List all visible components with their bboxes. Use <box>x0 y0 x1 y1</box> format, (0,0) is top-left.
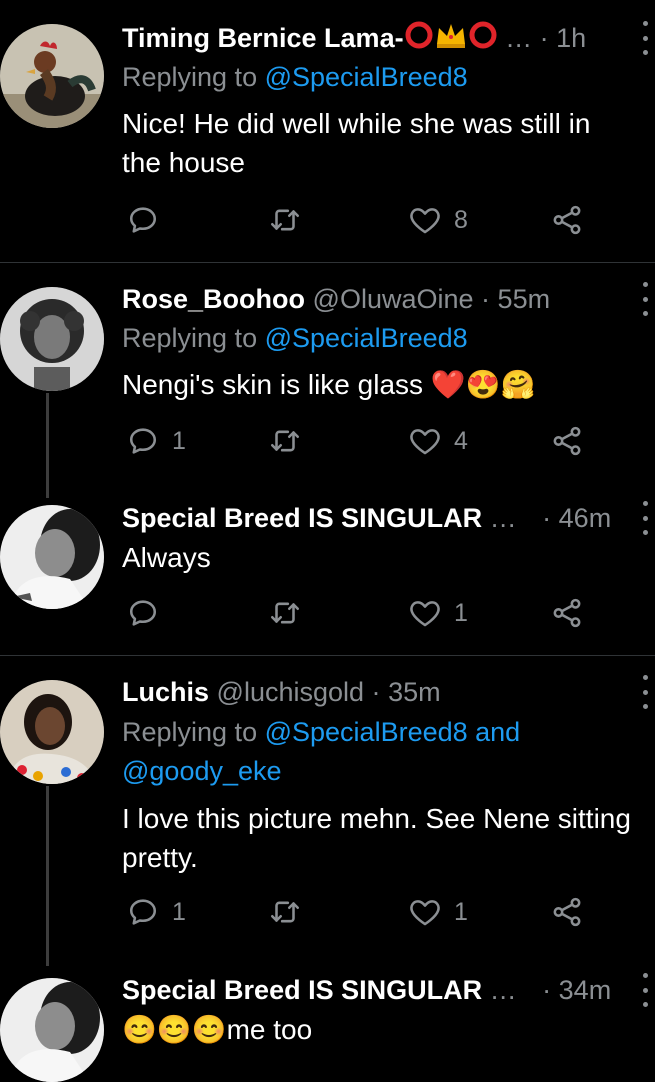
tweet-text: 😊😊😊me too <box>122 1014 313 1045</box>
action-bar: 1 1 <box>122 892 642 932</box>
tweet-1[interactable]: Timing Bernice Lama- … · 1h Replying to … <box>0 0 655 262</box>
reply-count: 1 <box>172 897 186 926</box>
more-icon[interactable] <box>639 973 651 1007</box>
retweet-icon <box>268 895 302 929</box>
action-bar: 1 <box>122 593 642 633</box>
like-count: 4 <box>454 426 468 455</box>
author-name[interactable]: Luchis <box>122 677 209 707</box>
tweet-text: Nice! He did well while she was still in… <box>122 108 591 178</box>
reply-button[interactable]: 1 <box>126 421 186 461</box>
timestamp[interactable]: 34m <box>559 975 612 1005</box>
share-icon <box>550 203 584 237</box>
tweet-header: Special Breed IS SINGULAR … · 34m <box>122 972 615 1008</box>
separator-dot: · <box>542 503 552 533</box>
retweet-icon <box>268 203 302 237</box>
tweet-3[interactable]: Special Breed IS SINGULAR … · 46m Always… <box>0 483 655 655</box>
like-button[interactable]: 8 <box>408 200 468 240</box>
replying-to: Replying to @SpecialBreed8 and @goody_ek… <box>122 713 562 791</box>
author-name[interactable]: Timing Bernice Lama- <box>122 23 404 53</box>
reply-icon <box>126 203 160 237</box>
red-circle-icon <box>468 20 498 56</box>
tweet-text: Always <box>122 542 211 573</box>
avatar-luchis[interactable] <box>0 680 104 784</box>
reply-icon <box>126 895 160 929</box>
share-button[interactable] <box>550 200 584 240</box>
replying-to-label: Replying to <box>122 323 258 353</box>
like-count: 8 <box>454 205 468 234</box>
tweet-header: Special Breed IS SINGULAR … · 46m <box>122 500 615 536</box>
replying-to-label: Replying to <box>122 717 258 747</box>
mention-link[interactable]: @SpecialBreed8 <box>265 62 468 92</box>
avatar-special-breed[interactable] <box>0 505 104 609</box>
retweet-icon <box>268 596 302 630</box>
tweet-text: I love this picture mehn. See Nene sitti… <box>122 803 631 873</box>
reply-count: 1 <box>172 426 186 455</box>
reply-icon <box>126 596 160 630</box>
reply-button[interactable] <box>126 200 172 240</box>
thread-line <box>46 786 49 966</box>
author-name[interactable]: Special Breed IS SINGULAR <box>122 503 482 533</box>
retweet-icon <box>268 424 302 458</box>
share-icon <box>550 895 584 929</box>
tweet-4[interactable]: Luchis @luchisgold · 35m Replying to @Sp… <box>0 656 655 966</box>
timestamp[interactable]: 46m <box>559 503 612 533</box>
red-circle-icon <box>404 20 434 56</box>
share-button[interactable] <box>550 892 584 932</box>
separator-dot: · <box>542 975 552 1005</box>
share-icon <box>550 424 584 458</box>
author-handle[interactable]: @OluwaOine <box>313 284 474 314</box>
action-bar: 1 4 <box>122 421 642 461</box>
like-button[interactable]: 1 <box>408 892 468 932</box>
author-handle: … <box>505 23 533 53</box>
more-icon[interactable] <box>639 501 651 535</box>
share-icon <box>550 596 584 630</box>
mention-link[interactable]: @SpecialBreed8 <box>265 323 468 353</box>
more-icon[interactable] <box>639 282 651 316</box>
avatar-rose[interactable] <box>0 287 104 391</box>
tweet-header: Rose_Boohoo @OluwaOine · 55m <box>122 281 615 317</box>
author-handle: … <box>489 975 517 1005</box>
avatar-special-breed[interactable] <box>0 978 104 1082</box>
author-name[interactable]: Special Breed IS SINGULAR <box>122 975 482 1005</box>
replying-to: Replying to @SpecialBreed8 <box>122 319 645 358</box>
separator-dot: · <box>371 677 381 707</box>
like-button[interactable]: 1 <box>408 593 468 633</box>
avatar-rooster[interactable] <box>0 24 104 128</box>
share-button[interactable] <box>550 593 584 633</box>
retweet-button[interactable] <box>268 593 314 633</box>
heart-icon <box>408 895 442 929</box>
like-button[interactable]: 4 <box>408 421 468 461</box>
retweet-button[interactable] <box>268 892 314 932</box>
tweet-header: Timing Bernice Lama- … · 1h <box>122 20 615 56</box>
timestamp[interactable]: 55m <box>498 284 551 314</box>
tweet-text: Nengi's skin is like glass ❤️😍🤗 <box>122 369 536 400</box>
timestamp[interactable]: 35m <box>388 677 441 707</box>
tweet-5[interactable]: Special Breed IS SINGULAR … · 34m 😊😊😊me … <box>0 956 655 1082</box>
separator-dot: · <box>481 284 491 314</box>
heart-icon <box>408 596 442 630</box>
reply-icon <box>126 424 160 458</box>
author-handle[interactable]: @luchisgold <box>217 677 365 707</box>
more-icon[interactable] <box>639 675 651 709</box>
more-icon[interactable] <box>639 21 651 55</box>
replying-to-label: Replying to <box>122 62 258 92</box>
share-button[interactable] <box>550 421 584 461</box>
like-count: 1 <box>454 598 468 627</box>
crown-icon <box>434 20 468 56</box>
separator-dot: · <box>539 23 549 53</box>
tweet-header: Luchis @luchisgold · 35m <box>122 674 615 710</box>
like-count: 1 <box>454 897 468 926</box>
tweet-2[interactable]: Rose_Boohoo @OluwaOine · 55m Replying to… <box>0 263 655 498</box>
retweet-button[interactable] <box>268 421 314 461</box>
retweet-button[interactable] <box>268 200 314 240</box>
reply-button[interactable] <box>126 593 172 633</box>
author-handle: … <box>489 503 517 533</box>
heart-icon <box>408 203 442 237</box>
heart-icon <box>408 424 442 458</box>
author-name[interactable]: Rose_Boohoo <box>122 284 305 314</box>
timestamp[interactable]: 1h <box>556 23 586 53</box>
action-bar: 8 <box>122 200 642 240</box>
replying-to: Replying to @SpecialBreed8 <box>122 58 645 97</box>
reply-button[interactable]: 1 <box>126 892 186 932</box>
